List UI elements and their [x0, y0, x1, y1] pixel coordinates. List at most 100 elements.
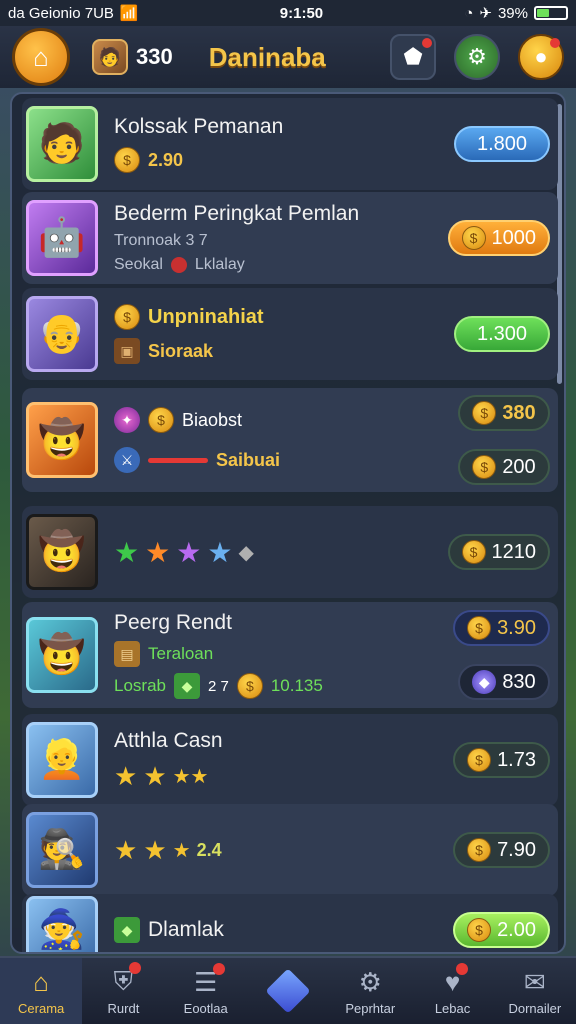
- hero-name: Peerg Rendt: [114, 611, 232, 634]
- settings-button[interactable]: ⚙: [454, 34, 500, 80]
- status-carrier: da Geionio 7UB: [8, 4, 114, 22]
- player-score: 330: [136, 44, 173, 69]
- player-chip[interactable]: 🧑 330: [92, 39, 173, 75]
- home-button[interactable]: ⌂: [12, 28, 70, 86]
- progress-bar: [148, 457, 208, 463]
- bottom-nav: ⌂ Cerama ⛨ Rurdt ☰ Eootlaa ⚙ Peprhtar ♥ …: [0, 956, 576, 1024]
- crystal-icon: ◆: [238, 541, 254, 564]
- coin-icon: $: [467, 838, 492, 862]
- star-icon: ★: [114, 760, 138, 791]
- mail-icon: ✉: [523, 966, 546, 997]
- achievement-button[interactable]: ⬟: [390, 34, 436, 80]
- nav-inventory[interactable]: ☰ Eootlaa: [165, 958, 247, 1024]
- coin-shop-button[interactable]: ●: [518, 34, 564, 80]
- nav-friends[interactable]: ♥ Lebac: [411, 958, 493, 1024]
- coin-icon: $: [236, 673, 263, 699]
- nav-settings[interactable]: ⚙ Peprhtar: [329, 958, 411, 1024]
- star-icon: ★: [114, 834, 138, 865]
- price-button[interactable]: $380: [458, 395, 550, 431]
- coin-icon: $: [467, 748, 492, 772]
- coin-icon: $: [114, 147, 140, 173]
- wifi-icon: 📶: [119, 5, 139, 22]
- gear-icon: ⚙: [467, 44, 487, 69]
- gem-icon: ◆: [472, 670, 497, 694]
- list-item[interactable]: 🤠 Peerg Rendt ▤ Teraloan Losrab ◆ 2 7 $10.13…: [22, 602, 558, 708]
- hero-portrait: 🧑: [26, 106, 98, 182]
- price-button[interactable]: 1.300: [454, 316, 550, 352]
- star-icon: ★★: [172, 765, 209, 788]
- battery-percent: 39%: [497, 4, 528, 22]
- price-button[interactable]: 1.800: [454, 126, 550, 162]
- hero-portrait: 👱: [26, 722, 98, 798]
- potion-icon: ✦: [114, 407, 140, 433]
- badge-icon: ⬟: [403, 44, 423, 69]
- hero-portrait: 🕵: [26, 812, 98, 888]
- list-item[interactable]: 🧙 ◆ Dlamlak $2.00: [22, 894, 558, 952]
- star-icon: ★: [145, 536, 171, 568]
- coin-icon: ●: [534, 44, 548, 69]
- location-icon: ✈: [479, 5, 492, 22]
- emerald-icon: ◆: [173, 673, 200, 699]
- emerald-icon: ◆: [114, 917, 140, 943]
- coin-icon: $: [467, 918, 492, 942]
- star-icon: ★: [176, 536, 202, 568]
- notification-dot: [213, 962, 226, 975]
- price-button[interactable]: $7.90: [453, 832, 550, 868]
- price-button[interactable]: $200: [458, 449, 550, 485]
- coin-icon: $: [148, 407, 174, 433]
- hero-portrait: 🤠: [26, 617, 98, 693]
- sword-icon: ⚔: [114, 447, 140, 473]
- coin-icon: $: [461, 226, 486, 250]
- hero-portrait: 🤠: [26, 514, 98, 590]
- bag-icon: ▣: [114, 338, 140, 364]
- list-item[interactable]: 🧑 Kolssak Pemanan $2.90 1.800: [22, 98, 558, 190]
- price-button[interactable]: $3.90: [453, 610, 550, 646]
- list-item[interactable]: 🤠 ✦ $ Biaobst ⚔ Saibuai $380 $200: [22, 388, 558, 492]
- list-icon: ☰: [194, 962, 226, 998]
- list-item[interactable]: 👱 Atthla Casn ★ ★ ★★ $1.73: [22, 714, 558, 806]
- notification-dot: [456, 962, 469, 975]
- rarity-stars: ★ ★ ★★: [114, 761, 453, 792]
- nav-heroes[interactable]: ⛨ Rurdt: [82, 958, 164, 1024]
- star-icon: ★: [143, 834, 167, 865]
- list-item[interactable]: 🤖 Bederm Peringkat Pemlan Tronnoak 3 7 S…: [22, 192, 558, 284]
- nav-mail[interactable]: ✉ Dornailer: [494, 958, 576, 1024]
- home-icon: ⌂: [33, 966, 49, 997]
- heart-icon: ♥: [445, 962, 469, 998]
- list-item[interactable]: 👴 $ Unpninahiat ▣ Sioraak 1.300: [22, 288, 558, 380]
- star-icon: ★: [172, 839, 191, 862]
- status-time: 9:1:50: [279, 4, 324, 22]
- alarm-icon: ◔: [464, 4, 474, 22]
- coin-icon: $: [472, 401, 497, 425]
- price-button[interactable]: ◆ 830: [458, 664, 550, 700]
- hero-portrait: 👴: [26, 296, 98, 372]
- battery-icon: [534, 6, 568, 20]
- price-button[interactable]: $1000: [447, 220, 550, 256]
- notification-dot: [550, 38, 560, 48]
- price-button[interactable]: $1.73: [453, 742, 550, 778]
- coin-icon: $: [472, 455, 497, 479]
- nav-gems[interactable]: [247, 958, 329, 1024]
- rarity-stars: ★ ★ ★ ★ ◆: [114, 536, 448, 569]
- list-item[interactable]: 🤠 ★ ★ ★ ★ ◆ $1210: [22, 506, 558, 598]
- coin-icon: $: [461, 540, 486, 564]
- hero-portrait: 🤖: [26, 200, 98, 276]
- hero-coins: 2.90: [148, 149, 184, 170]
- hero-name: Bederm Peringkat Pemlan: [114, 202, 360, 225]
- hero-portrait: 🤠: [26, 402, 98, 478]
- star-icon: ★: [207, 536, 233, 568]
- home-icon: ⌂: [33, 41, 49, 72]
- gem-icon: [265, 968, 311, 1014]
- leaderboard-panel[interactable]: 🧑 Kolssak Pemanan $2.90 1.800 🤖 Bederm P…: [10, 92, 566, 954]
- gear-icon: ⚙: [358, 966, 382, 997]
- hero-name: Kolssak Pemanan: [114, 115, 284, 138]
- hero-subtitle: Tronnoak 3 7: [114, 232, 208, 249]
- notification-dot: [129, 962, 142, 974]
- price-button[interactable]: $1210: [447, 534, 550, 570]
- star-icon: ★: [114, 536, 140, 568]
- nav-home[interactable]: ⌂ Cerama: [0, 958, 83, 1024]
- flame-icon: [170, 257, 187, 273]
- game-title: Daninaba: [208, 41, 326, 72]
- price-button[interactable]: $2.00: [453, 912, 550, 948]
- list-item[interactable]: 🕵 ★ ★ ★ 2.4 $7.90: [22, 804, 558, 896]
